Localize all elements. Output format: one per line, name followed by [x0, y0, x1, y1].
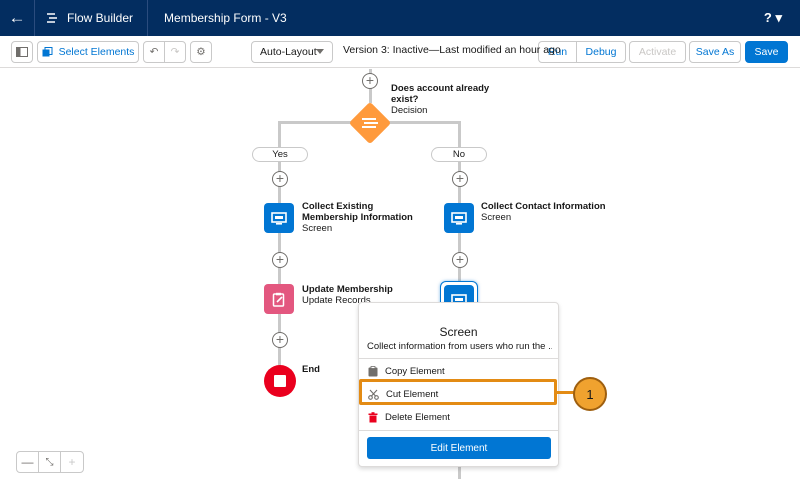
end-node[interactable]	[264, 365, 296, 397]
decision-node[interactable]	[347, 100, 393, 146]
panel-icon	[16, 47, 28, 57]
layout-mode-select[interactable]: Auto-Layout	[251, 41, 333, 63]
menu-subtitle: Collect information from users who run t…	[367, 341, 552, 352]
shrink-icon: ⤡	[45, 456, 54, 468]
screen-node-collect-contact[interactable]	[444, 203, 474, 233]
chevron-down-icon	[316, 49, 324, 54]
gear-icon: ⚙	[196, 46, 206, 58]
undo-button[interactable]: ↶	[143, 41, 165, 63]
zoom-in-button[interactable]: +	[61, 452, 83, 472]
add-element-button[interactable]: +	[272, 252, 288, 268]
collect-existing-type: Screen	[302, 223, 333, 234]
update-records-node[interactable]	[264, 284, 294, 314]
clipboard-icon	[368, 365, 378, 376]
delete-element-label: Delete Element	[385, 411, 450, 423]
select-elements-button[interactable]: Select Elements	[37, 41, 139, 63]
save-as-button[interactable]: Save As	[689, 41, 741, 63]
plus-icon: +	[68, 455, 76, 469]
flow-builder-icon	[47, 13, 57, 23]
add-element-button[interactable]: +	[272, 171, 288, 187]
add-element-button[interactable]: +	[452, 252, 468, 268]
save-button[interactable]: Save	[745, 41, 788, 63]
connector-line	[458, 465, 461, 479]
decision-type: Decision	[391, 105, 428, 116]
collect-existing-label: Collect Existing Membership Information …	[302, 201, 422, 234]
help-menu[interactable]: ? ▾	[764, 10, 782, 26]
flow-title: Membership Form - V3	[164, 11, 287, 25]
debug-button[interactable]: Debug	[576, 41, 626, 63]
screen-node-collect-existing[interactable]	[264, 203, 294, 233]
connector-line	[388, 121, 461, 124]
fit-to-view-button[interactable]: ⤡	[39, 452, 61, 472]
back-icon[interactable]: ←	[0, 0, 34, 36]
delete-element-item[interactable]: Delete Element	[359, 406, 558, 428]
zoom-controls: — ⤡ +	[16, 451, 84, 473]
collect-contact-label: Collect Contact Information Screen	[481, 201, 621, 223]
layout-mode-value: Auto-Layout	[260, 46, 317, 58]
select-elements-label: Select Elements	[58, 46, 135, 58]
add-element-button[interactable]: +	[272, 332, 288, 348]
trash-icon	[368, 411, 378, 422]
top-bar: ← Flow Builder Membership Form - V3 ? ▾	[0, 0, 800, 36]
settings-button[interactable]: ⚙	[190, 41, 212, 63]
callout-number: 1	[573, 377, 607, 411]
stop-icon	[274, 375, 286, 387]
decision-label: Does account already exist? Decision	[391, 83, 501, 116]
edit-element-button[interactable]: Edit Element	[367, 437, 551, 459]
end-label: End	[302, 364, 320, 375]
copy-element-label: Copy Element	[385, 365, 445, 377]
undo-icon: ↶	[149, 46, 159, 58]
connector-line	[279, 121, 351, 124]
minus-icon: —	[21, 455, 34, 469]
add-element-button[interactable]: +	[452, 171, 468, 187]
update-records-icon	[272, 292, 285, 307]
screen-icon	[451, 211, 467, 225]
menu-title: Screen	[439, 325, 478, 339]
update-membership-title: Update Membership	[302, 284, 393, 295]
branch-label-yes[interactable]: Yes	[252, 147, 308, 162]
screen-icon	[271, 211, 287, 225]
toggle-panel-button[interactable]	[11, 41, 33, 63]
collect-existing-title: Collect Existing Membership Information	[302, 201, 413, 223]
redo-icon: ↷	[170, 46, 180, 58]
branch-label-no[interactable]: No	[431, 147, 487, 162]
version-status: Version 3: Inactive—Last modified an hou…	[343, 44, 561, 56]
app-title: Flow Builder	[35, 0, 147, 36]
collect-contact-title: Collect Contact Information	[481, 201, 606, 212]
app-name: Flow Builder	[67, 11, 134, 25]
callout-highlight	[359, 379, 557, 405]
redo-button[interactable]: ↷	[164, 41, 186, 63]
collect-contact-type: Screen	[481, 212, 512, 223]
zoom-out-button[interactable]: —	[17, 452, 39, 472]
select-elements-icon	[42, 46, 53, 56]
add-element-button[interactable]: +	[362, 73, 378, 89]
activate-button[interactable]: Activate	[629, 41, 686, 63]
decision-title: Does account already exist?	[391, 83, 490, 105]
